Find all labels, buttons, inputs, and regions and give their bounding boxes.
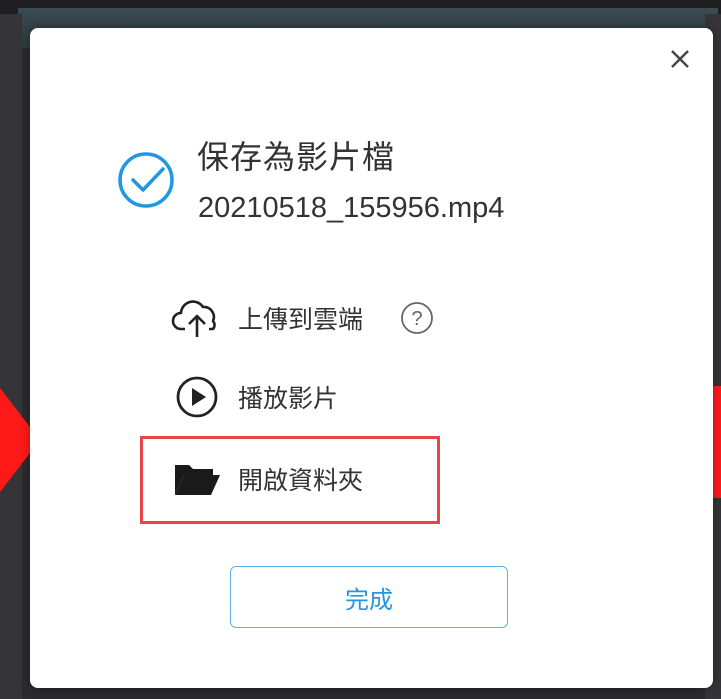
folder-open-icon — [170, 456, 224, 502]
dialog-title: 保存為影片檔 — [197, 138, 396, 176]
open-folder-label: 開啟資料夾 — [238, 466, 364, 495]
play-video-action[interactable]: 播放影片 — [170, 374, 338, 420]
background-left-panel — [0, 14, 22, 699]
upload-to-cloud-action[interactable]: 上傳到雲端 — [170, 295, 363, 341]
open-folder-action[interactable]: 開啟資料夾 — [170, 456, 363, 502]
close-button[interactable] — [665, 44, 695, 74]
svg-text:?: ? — [411, 308, 422, 330]
saved-filename: 20210518_155956.mp4 — [198, 192, 505, 224]
check-circle-icon — [118, 152, 174, 208]
save-complete-dialog: 保存為影片檔 20210518_155956.mp4 上傳到雲端 ? 播放影片 — [30, 28, 713, 688]
upload-to-cloud-label: 上傳到雲端 — [238, 305, 364, 334]
play-video-label: 播放影片 — [238, 384, 339, 413]
help-icon[interactable]: ? — [400, 301, 434, 335]
cloud-upload-icon — [170, 295, 224, 341]
close-icon — [671, 50, 689, 68]
play-circle-icon — [170, 374, 224, 420]
done-button[interactable]: 完成 — [230, 566, 508, 628]
